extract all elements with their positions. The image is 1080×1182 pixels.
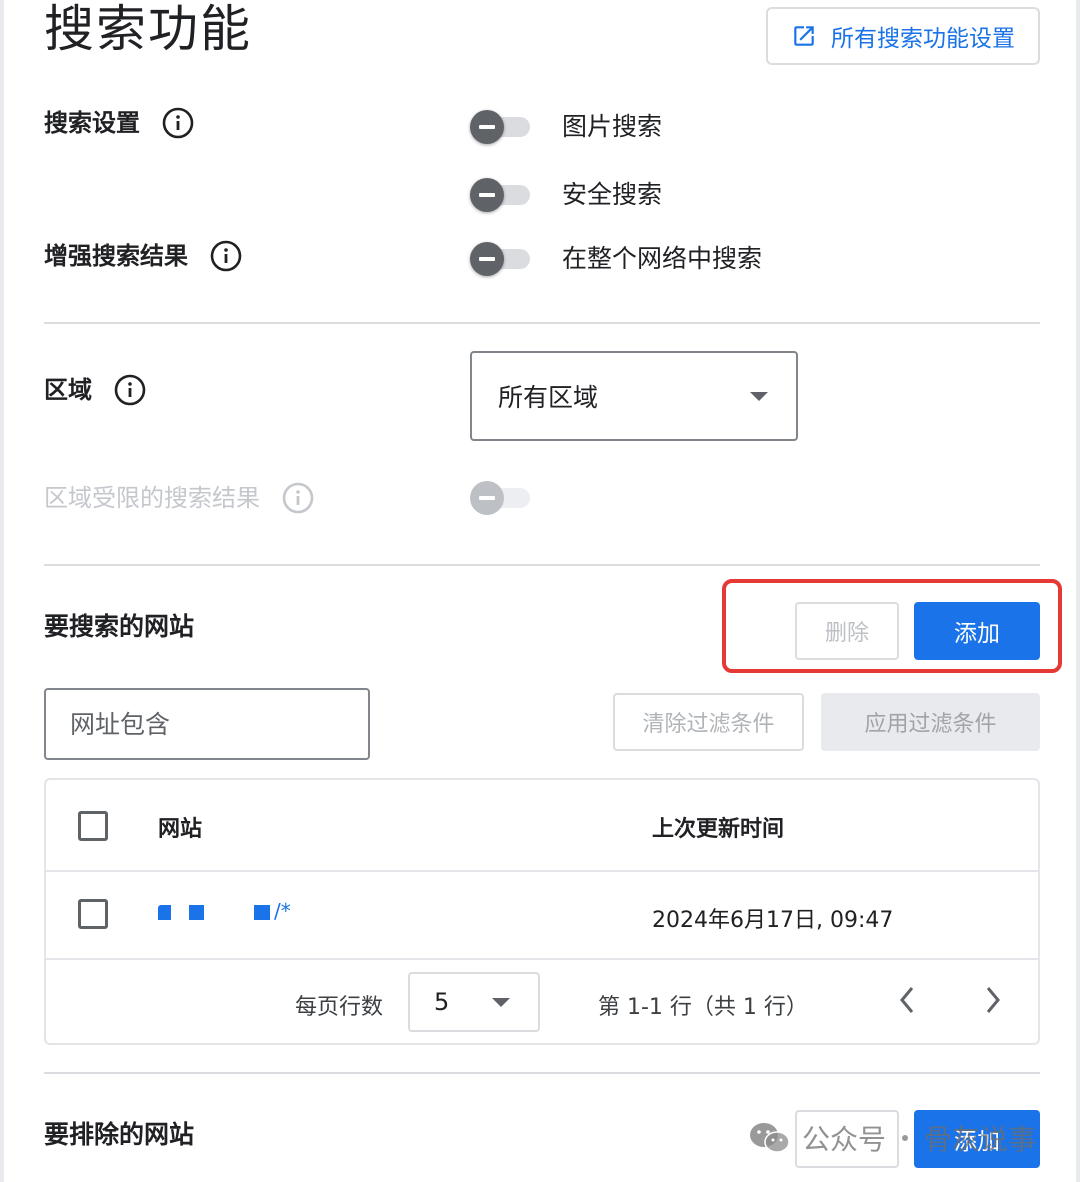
url-filter-input[interactable] [44,688,370,760]
delete-button[interactable]: 删除 [795,602,899,660]
open-in-new-icon [791,23,817,49]
region-text: 区域 [44,376,92,404]
search-settings-text: 搜索设置 [44,109,140,137]
info-icon[interactable] [162,107,194,139]
info-icon[interactable] [114,374,146,406]
previous-page-icon[interactable] [898,984,916,1020]
add-site-button[interactable]: 添加 [914,602,1040,660]
rows-per-page-value: 5 [434,988,450,1016]
region-selected-value: 所有区域 [498,383,599,412]
redacted-block [254,905,270,920]
region-select[interactable]: 所有区域 [470,351,798,441]
enhanced-results-text: 增强搜索结果 [44,242,188,270]
region-restricted-text: 区域受限的搜索结果 [44,484,260,512]
next-page-icon[interactable] [984,984,1002,1020]
search-settings-label: 搜索设置 [44,106,194,140]
info-icon [282,482,314,514]
dropdown-arrow-icon [492,997,510,1007]
web-search-toggle[interactable] [470,242,530,276]
clear-filter-button[interactable]: 清除过滤条件 [613,693,804,751]
region-restricted-label: 区域受限的搜索结果 [44,481,314,515]
rows-per-page-select[interactable]: 5 [408,972,540,1032]
right-edge [1076,0,1080,1182]
safe-search-toggle[interactable] [470,178,530,212]
sites-to-search-title: 要搜索的网站 [44,612,195,641]
region-label: 区域 [44,373,146,407]
updated-time: 2024年6月17日, 09:47 [652,908,894,933]
image-search-label: 图片搜索 [562,112,663,141]
row-checkbox[interactable] [78,899,108,929]
info-icon[interactable] [210,240,242,272]
apply-filter-button[interactable]: 应用过滤条件 [821,693,1040,751]
dropdown-arrow-icon [750,391,768,401]
watermark-dot [902,1135,909,1141]
region-restricted-toggle[interactable] [470,481,530,515]
safe-search-label: 安全搜索 [562,180,663,209]
row-divider [46,958,1038,960]
wechat-icon [748,1120,792,1156]
select-all-checkbox[interactable] [78,811,108,841]
rows-per-page-label: 每页行数 [295,995,384,1020]
page-title: 搜索功能 [44,0,252,58]
left-edge [0,0,4,1182]
site-suffix: /* [274,899,291,923]
watermark-prefix: 公众号 [802,1123,887,1156]
enhanced-results-label: 增强搜索结果 [44,239,242,273]
image-search-toggle[interactable] [470,110,530,144]
web-search-label: 在整个网络中搜索 [562,244,763,273]
column-header-updated[interactable]: 上次更新时间 [652,811,784,843]
redacted-block [158,905,171,920]
watermark-name: 骨灰说事 [924,1123,1037,1156]
all-settings-button[interactable]: 所有搜索功能设置 [766,7,1040,65]
divider [44,322,1040,324]
sites-table: 网站 上次更新时间 /* 2024年6月17日, 09:47 每页行数 5 第 … [44,778,1040,1045]
divider [44,1072,1040,1074]
redacted-block [189,905,204,920]
sites-to-exclude-title: 要排除的网站 [44,1120,195,1149]
pagination-range: 第 1-1 行（共 1 行） [598,995,808,1020]
site-link[interactable]: /* [158,899,291,923]
all-settings-label: 所有搜索功能设置 [831,26,1015,52]
column-header-site[interactable]: 网站 [158,811,202,843]
watermark: 公众号 骨灰说事 [748,1118,1036,1158]
row-divider [46,870,1038,872]
divider [44,564,1040,566]
